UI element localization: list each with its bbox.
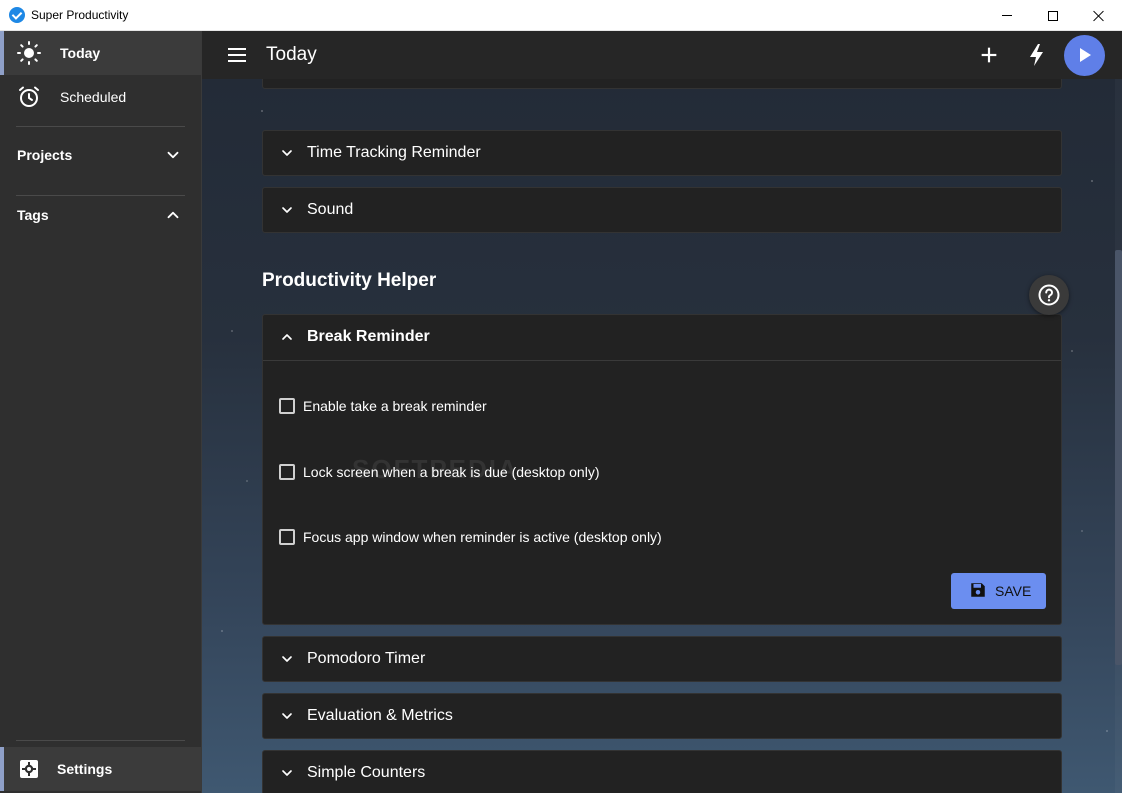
hamburger-icon <box>228 60 246 62</box>
add-task-button[interactable] <box>978 44 1000 66</box>
settings-content: Time Tracking Reminder Sound Productivit… <box>202 79 1122 793</box>
panel-sound[interactable]: Sound <box>262 187 1062 233</box>
checkbox-label: Enable take a break reminder <box>303 398 487 414</box>
sidebar-item-label: Settings <box>57 761 113 777</box>
panel-pomodoro-timer[interactable]: Pomodoro Timer <box>262 636 1062 682</box>
chevron-down-icon <box>282 713 292 719</box>
panel-title: Time Tracking Reminder <box>307 144 481 161</box>
sidebar-section-projects[interactable]: Projects <box>0 136 201 176</box>
option-focus-app-window[interactable]: Focus app window when reminder is active… <box>279 527 662 547</box>
sidebar-item-label: Scheduled <box>60 89 127 105</box>
sidebar-divider <box>16 740 185 741</box>
save-button[interactable]: SAVE <box>951 573 1046 609</box>
window-title: Super Productivity <box>31 8 129 22</box>
main-area: Today Time Tracking Reminder Sound Produ… <box>202 31 1122 793</box>
alarm-clock-icon <box>19 86 39 107</box>
checkbox[interactable] <box>279 529 295 545</box>
option-enable-break-reminder[interactable]: Enable take a break reminder <box>279 396 487 416</box>
sidebar-item-scheduled[interactable]: Scheduled <box>0 75 201 119</box>
panel-title: Pomodoro Timer <box>307 650 426 667</box>
sidebar-section-tags[interactable]: Tags <box>0 196 201 236</box>
panel-title: Simple Counters <box>307 764 426 781</box>
chevron-down-icon <box>282 770 292 776</box>
checkbox[interactable] <box>279 398 295 414</box>
settings-gear-icon <box>20 760 38 778</box>
top-header: Today <box>202 31 1122 79</box>
sidebar-divider <box>16 126 185 127</box>
sidebar: Today Scheduled Projects Tags Settings <box>0 31 202 793</box>
page-title: Today <box>266 44 317 65</box>
hamburger-icon <box>228 54 246 56</box>
floppy-disk-icon <box>971 583 985 597</box>
panel-title: Break Reminder <box>307 328 430 345</box>
lightning-bolt-icon[interactable] <box>1027 43 1047 67</box>
section-label: Tags <box>17 207 49 223</box>
chevron-down-icon <box>167 151 179 159</box>
sidebar-item-today[interactable]: Today <box>0 31 201 75</box>
chevron-down-icon <box>282 150 292 156</box>
scrollbar[interactable] <box>1115 79 1122 793</box>
panel-header[interactable]: Break Reminder <box>263 315 1061 361</box>
save-label: SAVE <box>995 583 1032 599</box>
settings-panel-partial <box>262 79 1062 89</box>
help-button[interactable] <box>1029 275 1069 315</box>
sidebar-item-label: Today <box>60 45 101 61</box>
app-logo-icon <box>9 7 25 23</box>
chevron-down-icon <box>282 207 292 213</box>
checkbox[interactable] <box>279 464 295 480</box>
help-question-icon <box>1038 284 1060 306</box>
play-button[interactable] <box>1064 35 1105 76</box>
panel-simple-counters[interactable]: Simple Counters <box>262 750 1062 793</box>
chevron-up-icon <box>167 211 179 219</box>
close-button[interactable] <box>1076 0 1122 31</box>
close-icon <box>1093 10 1105 22</box>
menu-button[interactable] <box>228 45 248 65</box>
checkbox-label: Focus app window when reminder is active… <box>303 529 662 545</box>
section-heading: Productivity Helper <box>262 270 437 291</box>
maximize-button[interactable] <box>1030 0 1076 31</box>
title-bar: Super Productivity <box>0 0 1122 31</box>
panel-title: Evaluation & Metrics <box>307 707 453 724</box>
chevron-up-icon <box>282 334 292 340</box>
watermark: SOFTPEDIA <box>352 454 519 484</box>
minimize-icon <box>1002 15 1012 16</box>
panel-time-tracking-reminder[interactable]: Time Tracking Reminder <box>262 130 1062 176</box>
panel-evaluation-metrics[interactable]: Evaluation & Metrics <box>262 693 1062 739</box>
minimize-button[interactable] <box>984 0 1030 31</box>
sun-icon <box>17 41 41 65</box>
hamburger-icon <box>228 48 246 50</box>
scrollbar-thumb[interactable] <box>1115 250 1122 665</box>
maximize-icon <box>1048 10 1058 21</box>
panel-title: Sound <box>307 201 354 218</box>
section-label: Projects <box>17 147 73 163</box>
sidebar-item-settings[interactable]: Settings <box>0 747 201 791</box>
chevron-down-icon <box>282 656 292 662</box>
